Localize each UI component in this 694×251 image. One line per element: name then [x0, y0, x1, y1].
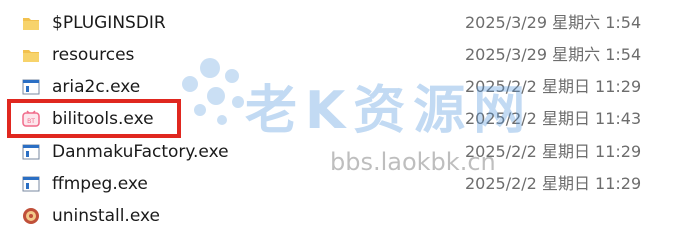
folder-icon: [22, 14, 40, 32]
file-date: 2025/3/29 星期六 1:54: [465, 45, 642, 64]
exe-icon: [22, 175, 40, 193]
exe-icon: [22, 143, 40, 161]
file-row-pluginsdir[interactable]: $PLUGINSDIR 2025/3/29 星期六 1:54: [0, 8, 694, 38]
file-list: $PLUGINSDIR 2025/3/29 星期六 1:54 resources…: [0, 0, 694, 251]
file-name: resources: [52, 45, 135, 65]
exe-icon: [22, 78, 40, 96]
highlight-box: [7, 99, 181, 138]
file-date: 2025/2/2 星期日 11:29: [465, 77, 642, 96]
file-name: aria2c.exe: [52, 77, 141, 97]
file-date: 2025/2/2 星期日 11:29: [465, 142, 642, 161]
file-name: uninstall.exe: [52, 206, 160, 226]
file-name: $PLUGINSDIR: [52, 13, 166, 33]
uninstaller-icon: [22, 207, 40, 225]
file-row-uninstall[interactable]: uninstall.exe: [0, 201, 694, 231]
file-row-danmakufactory[interactable]: DanmakuFactory.exe 2025/2/2 星期日 11:29: [0, 137, 694, 167]
file-date: 2025/2/2 星期日 11:43: [465, 109, 642, 128]
file-name: DanmakuFactory.exe: [52, 142, 229, 162]
file-date: 2025/3/29 星期六 1:54: [465, 13, 642, 32]
file-name: ffmpeg.exe: [52, 174, 148, 194]
file-row-resources[interactable]: resources 2025/3/29 星期六 1:54: [0, 40, 694, 70]
file-date: 2025/2/2 星期日 11:29: [465, 174, 642, 193]
file-row-aria2c[interactable]: aria2c.exe 2025/2/2 星期日 11:29: [0, 72, 694, 102]
folder-icon: [22, 46, 40, 64]
file-row-ffmpeg[interactable]: ffmpeg.exe 2025/2/2 星期日 11:29: [0, 169, 694, 199]
